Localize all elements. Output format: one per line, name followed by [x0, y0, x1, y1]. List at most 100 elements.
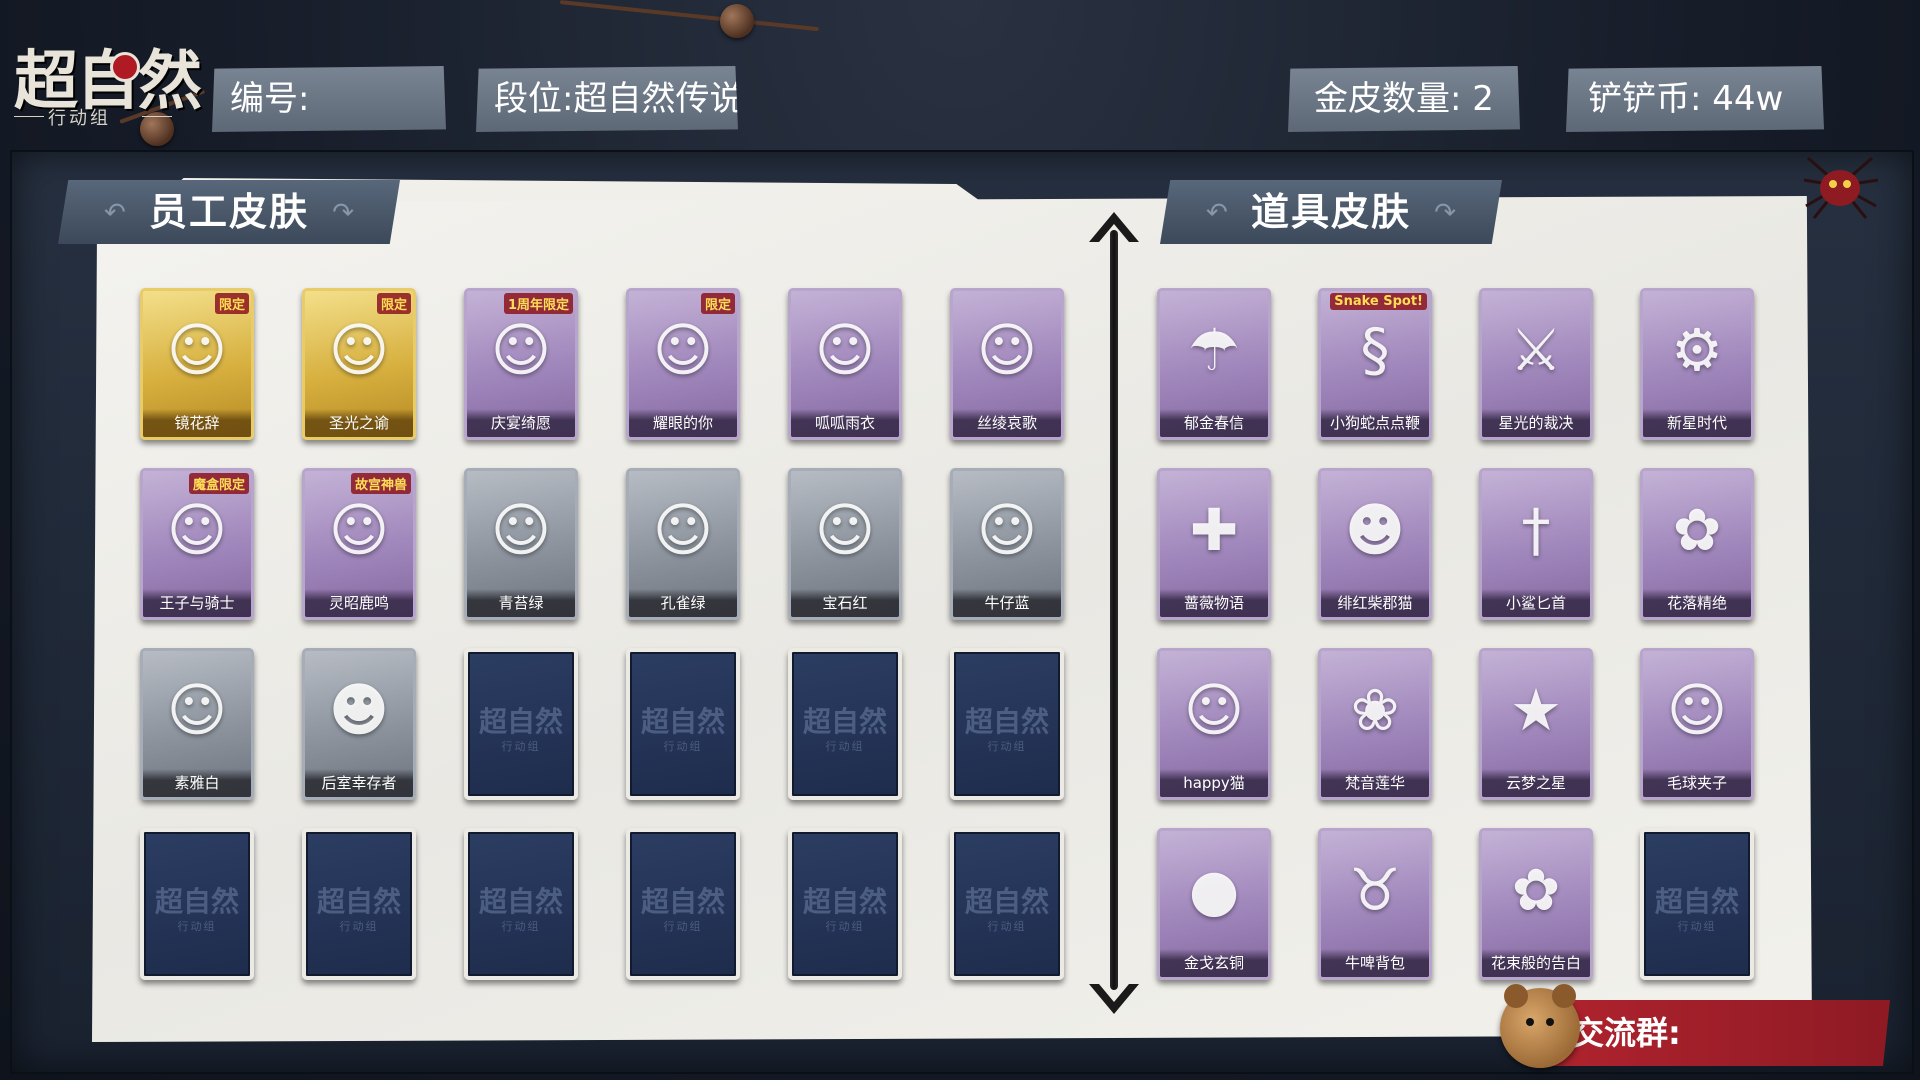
- cheshire-cat-icon: ☻: [1344, 496, 1406, 564]
- banner-swirl-icon: ↷: [1434, 198, 1456, 228]
- skin-card[interactable]: ☺ 故宫神兽 灵昭鹿鸣: [302, 468, 416, 620]
- skin-name-label: 孔雀绿: [629, 589, 737, 617]
- empty-skin-slot: 超自然 行动组: [950, 828, 1064, 980]
- skin-card[interactable]: ☺ 牛仔蓝: [950, 468, 1064, 620]
- scroll-down-arrow-icon[interactable]: [1085, 980, 1143, 1020]
- skin-card[interactable]: ☺ 宝石红: [788, 468, 902, 620]
- skin-card[interactable]: ☺ 呱呱雨衣: [788, 288, 902, 440]
- slot-watermark-sub: 行动组: [987, 920, 1027, 933]
- skin-collection-screen: 超自然 行动组 编号: 段位:超自然传说 金皮数量: 2 铲铲币: 44w ↶ …: [0, 0, 1920, 1080]
- skin-card[interactable]: ● 金戈玄铜: [1157, 828, 1271, 980]
- skin-card[interactable]: ❀ 梵音莲华: [1318, 648, 1432, 800]
- skin-name-label: 青苔绿: [467, 589, 575, 617]
- skin-name-label: 郁金春信: [1160, 409, 1268, 437]
- grenade-icon: ●: [1188, 856, 1240, 924]
- slot-watermark: 超自然: [802, 705, 887, 738]
- hanging-string: [559, 0, 819, 32]
- girl-icon: ☺: [490, 496, 552, 564]
- skin-card[interactable]: ✿ 花落精绝: [1640, 468, 1754, 620]
- skin-card[interactable]: ★ 云梦之星: [1479, 648, 1593, 800]
- happy-cat-icon: ☺: [1183, 676, 1245, 744]
- slot-watermark-sub: 行动组: [663, 740, 703, 753]
- logo-divider: [142, 116, 172, 117]
- empty-skin-slot: 超自然 行动组: [626, 828, 740, 980]
- skin-card[interactable]: † 小鲨匕首: [1479, 468, 1593, 620]
- skin-card[interactable]: ⚔ 星光的裁决: [1479, 288, 1593, 440]
- skin-name-label: 云梦之星: [1482, 769, 1590, 797]
- skin-card[interactable]: ☂ 郁金春信: [1157, 288, 1271, 440]
- skin-card[interactable]: ☺ happy猫: [1157, 648, 1271, 800]
- rose-icon: ✿: [1511, 856, 1561, 924]
- skin-card[interactable]: ☺ 青苔绿: [464, 468, 578, 620]
- skin-card[interactable]: ☺ 丝绫哀歌: [950, 288, 1064, 440]
- skin-name-label: 毛球夹子: [1643, 769, 1751, 797]
- skin-name-label: 梵音莲华: [1321, 769, 1429, 797]
- skin-name-label: 星光的裁决: [1482, 409, 1590, 437]
- skin-name-label: 新星时代: [1643, 409, 1751, 437]
- scroll-up-arrow-icon[interactable]: [1085, 206, 1143, 246]
- gothic-girl-icon: ☺: [976, 316, 1038, 384]
- skin-card[interactable]: ✚ 蔷薇物语: [1157, 468, 1271, 620]
- slot-watermark-sub: 行动组: [987, 740, 1027, 753]
- skin-card[interactable]: ☺ 1周年限定 庆宴绮愿: [464, 288, 578, 440]
- coin-balance-plate: 铲铲币: 44w: [1566, 66, 1824, 132]
- medkit-icon: ✚: [1189, 496, 1239, 564]
- community-group-banner[interactable]: 交流群:: [1540, 1000, 1890, 1066]
- frog-girl-icon: ☺: [814, 316, 876, 384]
- skin-name-label: 耀眼的你: [629, 409, 737, 437]
- fox-icon: ☺: [1666, 676, 1728, 744]
- skin-name-label: 小鲨匕首: [1482, 589, 1590, 617]
- skin-name-label: 圣光之谕: [305, 409, 413, 437]
- hamster-mascot-icon: [1500, 984, 1580, 1068]
- skin-name-label: 蔷薇物语: [1160, 589, 1268, 617]
- slot-watermark: 超自然: [316, 885, 401, 918]
- skin-card[interactable]: ✿ 花束般的告白: [1479, 828, 1593, 980]
- skin-name-label: happy猫: [1160, 769, 1268, 797]
- skin-card[interactable]: ☺ 魔盒限定 王子与骑士: [140, 468, 254, 620]
- hamster-eye: [1546, 1018, 1554, 1026]
- slot-watermark: 超自然: [1654, 885, 1739, 918]
- skin-name-label: 宝石红: [791, 589, 899, 617]
- slot-watermark-sub: 行动组: [825, 740, 865, 753]
- player-id-plate: 编号:: [212, 66, 446, 132]
- slot-watermark-sub: 行动组: [177, 920, 217, 933]
- skin-card[interactable]: § Snake Spot! 小狗蛇点点鞭: [1318, 288, 1432, 440]
- slot-watermark: 超自然: [964, 885, 1049, 918]
- skin-card[interactable]: ☻ 绯红柴郡猫: [1318, 468, 1432, 620]
- skin-name-label: 后室幸存者: [305, 769, 413, 797]
- skin-card[interactable]: ☺ 限定 耀眼的你: [626, 288, 740, 440]
- slot-watermark-sub: 行动组: [1677, 920, 1717, 933]
- section-divider: [1110, 230, 1118, 990]
- slot-watermark: 超自然: [154, 885, 239, 918]
- banner-swirl-icon: ↷: [332, 198, 354, 228]
- hamster-eye: [1526, 1018, 1534, 1026]
- slot-watermark: 超自然: [964, 705, 1049, 738]
- empty-skin-slot: 超自然 行动组: [626, 648, 740, 800]
- skin-card[interactable]: ☺ 素雅白: [140, 648, 254, 800]
- girl-icon: ☺: [652, 496, 714, 564]
- shotgun-icon: ⚔: [1510, 316, 1562, 384]
- empty-skin-slot: 超自然 行动组: [140, 828, 254, 980]
- shark-dagger-icon: †: [1521, 496, 1551, 564]
- skin-name-label: 素雅白: [143, 769, 251, 797]
- limited-tag-badge: 限定: [376, 293, 411, 314]
- skin-card[interactable]: ♉ 牛啤背包: [1318, 828, 1432, 980]
- girl-icon: ☺: [814, 496, 876, 564]
- skin-name-label: 镜花辞: [143, 409, 251, 437]
- skin-card[interactable]: ☺ 限定 圣光之谕: [302, 288, 416, 440]
- slot-watermark: 超自然: [478, 705, 563, 738]
- employee-skins-banner: ↶ 员工皮肤 ↷: [58, 180, 400, 244]
- slot-watermark: 超自然: [640, 885, 725, 918]
- skin-card[interactable]: ☺ 限定 镜花辞: [140, 288, 254, 440]
- unicorn-icon: ★: [1510, 676, 1562, 744]
- hamster-ear: [1504, 984, 1528, 1008]
- deer-girl-icon: ☺: [328, 496, 390, 564]
- skin-card[interactable]: ⚙ 新星时代: [1640, 288, 1754, 440]
- slot-watermark: 超自然: [640, 705, 725, 738]
- skin-card[interactable]: ☻ 后室幸存者: [302, 648, 416, 800]
- slot-watermark-sub: 行动组: [501, 920, 541, 933]
- limited-tag-badge: 故宫神兽: [350, 473, 411, 494]
- skin-card[interactable]: ☺ 孔雀绿: [626, 468, 740, 620]
- skin-card[interactable]: ☺ 毛球夹子: [1640, 648, 1754, 800]
- skin-name-label: 小狗蛇点点鞭: [1321, 409, 1429, 437]
